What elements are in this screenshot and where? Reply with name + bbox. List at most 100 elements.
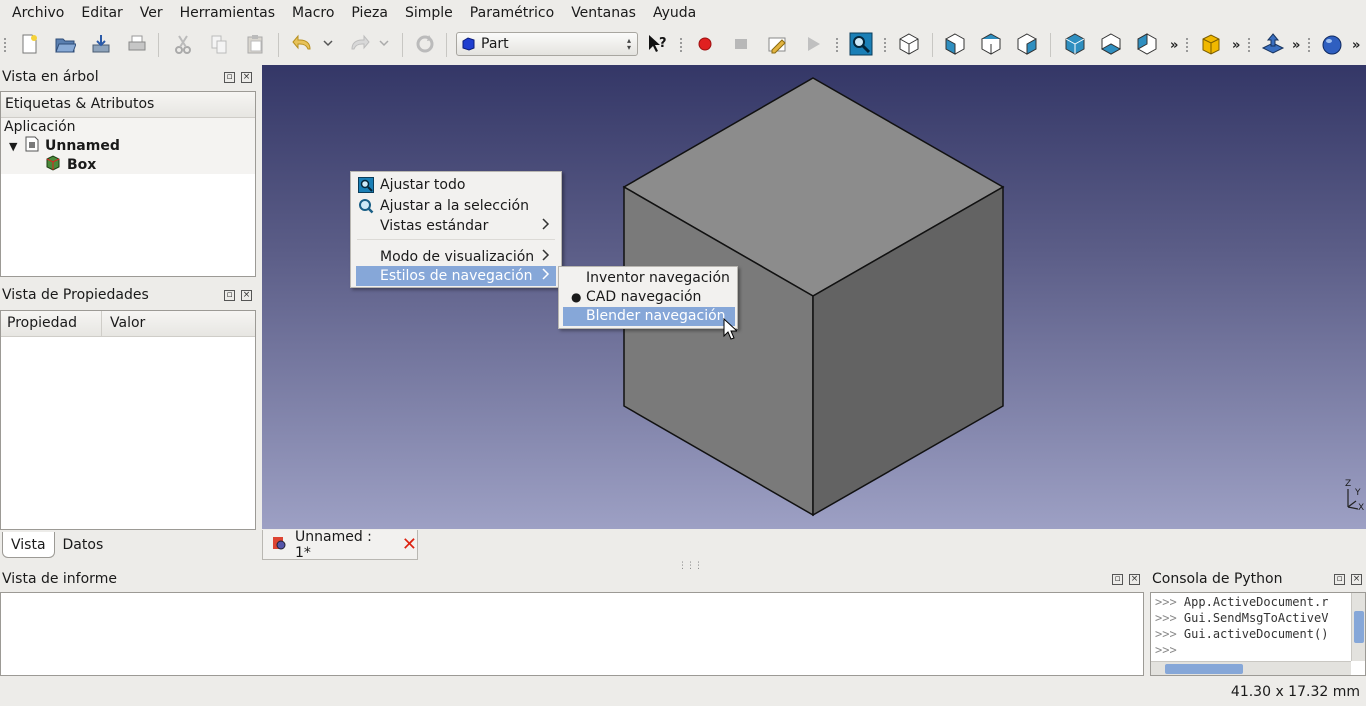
extrude-icon[interactable] [1260, 31, 1286, 57]
report-view[interactable] [0, 592, 1144, 676]
toolbar-overflow-icon-3[interactable]: » [1292, 38, 1300, 53]
collapse-arrow-icon[interactable]: ▼ [1, 137, 25, 156]
right-view-icon[interactable] [1014, 31, 1040, 57]
context-menu: Ajustar todo Ajustar a la selección Vist… [350, 171, 562, 288]
menu-item-estilos-navegacion[interactable]: Estilos de navegación [356, 266, 556, 286]
close-panel-icon[interactable]: × [1351, 574, 1362, 585]
tab-datos[interactable]: Datos [55, 532, 112, 558]
submenu-item-blender[interactable]: Blender navegación [563, 307, 735, 326]
workbench-label: Part [481, 36, 509, 52]
tree-document-item[interactable]: ▼ Unnamed [1, 136, 255, 156]
front-view-icon[interactable] [942, 31, 968, 57]
tree-view: Etiquetas & Atributos Aplicación ▼ Unnam… [0, 91, 256, 277]
freecad-document-icon [271, 535, 287, 555]
tab-vista[interactable]: Vista [2, 532, 55, 558]
splitter-handle[interactable]: ⋮⋮⋮ [678, 561, 703, 571]
horizontal-scrollbar[interactable] [1151, 661, 1351, 675]
cube-model[interactable] [262, 65, 1366, 529]
paste-icon[interactable] [242, 31, 268, 57]
copy-icon[interactable] [206, 31, 232, 57]
property-panel-title: Vista de Propiedades [2, 287, 149, 303]
value-column-header[interactable]: Valor [102, 311, 145, 336]
console-line: >>> Gui.activeDocument() [1155, 627, 1329, 641]
submenu-arrow-icon [542, 266, 550, 286]
close-panel-icon[interactable]: × [241, 72, 252, 83]
toolbar-grip[interactable] [4, 38, 7, 52]
redo-icon[interactable] [346, 31, 372, 57]
tree-object-item[interactable]: Box [1, 154, 255, 177]
console-line: >>> Gui.SendMsgToActiveV [1155, 611, 1329, 625]
undo-icon[interactable] [290, 31, 316, 57]
isometric-view-icon[interactable] [896, 31, 922, 57]
close-tab-icon[interactable]: ✕ [402, 534, 417, 555]
menu-bar: Archivo Editar Ver Herramientas Macro Pi… [0, 0, 1366, 26]
close-panel-icon[interactable]: × [241, 290, 252, 301]
box-object-icon [45, 154, 67, 177]
status-bar: 41.30 x 17.32 mm [0, 680, 1366, 706]
menu-ayuda[interactable]: Ayuda [647, 0, 702, 26]
menu-ver[interactable]: Ver [134, 0, 169, 26]
undo-dropdown-icon[interactable] [318, 31, 338, 57]
save-icon[interactable] [88, 31, 114, 57]
print-icon[interactable] [124, 31, 150, 57]
combo-arrows-icon: ▴ ▾ [626, 36, 631, 52]
record-macro-icon[interactable] [692, 31, 718, 57]
console-line: >>> [1155, 643, 1177, 657]
tree-root-item[interactable]: Aplicación [1, 118, 255, 137]
3d-view[interactable]: Z Y X [262, 65, 1366, 529]
python-console-title: Consola de Python [1152, 571, 1283, 587]
toolbar-overflow-icon[interactable]: » [1170, 38, 1178, 53]
menu-item-modo-visualizacion[interactable]: Modo de visualización [356, 247, 556, 267]
axis-indicator: Z Y X [1336, 479, 1366, 519]
submenu-arrow-icon [542, 247, 550, 267]
open-icon[interactable] [52, 31, 78, 57]
float-panel-icon[interactable]: ▫ [224, 290, 235, 301]
refresh-icon[interactable] [412, 31, 438, 57]
menu-macro[interactable]: Macro [286, 0, 340, 26]
property-column-header[interactable]: Propiedad [1, 311, 102, 336]
menu-editar[interactable]: Editar [75, 0, 128, 26]
box-primitive-icon[interactable] [1198, 31, 1224, 57]
python-console[interactable]: >>> App.ActiveDocument.r >>> Gui.SendMsg… [1150, 592, 1366, 676]
svg-text:?: ? [659, 36, 667, 51]
new-document-icon[interactable] [16, 31, 42, 57]
menu-herramientas[interactable]: Herramientas [174, 0, 281, 26]
top-view-icon[interactable] [978, 31, 1004, 57]
fit-all-icon[interactable] [848, 31, 874, 57]
menu-simple[interactable]: Simple [399, 0, 459, 26]
radio-selected-icon: ● [571, 290, 582, 304]
redo-dropdown-icon[interactable] [374, 31, 394, 57]
document-tab[interactable]: Unnamed : 1* ✕ [262, 529, 418, 561]
console-line: >>> App.ActiveDocument.r [1155, 595, 1329, 609]
mouse-cursor-icon [723, 318, 737, 340]
toolbar: Part ▴ ▾ ? » » » » [0, 26, 1366, 64]
toolbar-overflow-icon-4[interactable]: » [1352, 38, 1360, 53]
close-panel-icon[interactable]: × [1129, 574, 1140, 585]
menu-item-ajustar-todo[interactable]: Ajustar todo [356, 175, 556, 195]
menu-archivo[interactable]: Archivo [6, 0, 70, 26]
float-panel-icon[interactable]: ▫ [1112, 574, 1123, 585]
menu-item-ajustar-seleccion[interactable]: Ajustar a la selección [356, 196, 556, 216]
float-panel-icon[interactable]: ▫ [224, 72, 235, 83]
vertical-scrollbar[interactable] [1351, 593, 1365, 661]
menu-item-vistas-estandar[interactable]: Vistas estándar [356, 216, 556, 236]
left-view-icon[interactable] [1134, 31, 1160, 57]
rear-view-icon[interactable] [1062, 31, 1088, 57]
submenu-item-inventor[interactable]: Inventor navegación [563, 269, 735, 288]
cut-icon[interactable] [170, 31, 196, 57]
menu-pieza[interactable]: Pieza [345, 0, 394, 26]
bottom-view-icon[interactable] [1098, 31, 1124, 57]
run-macro-icon[interactable] [800, 31, 826, 57]
menu-parametrico[interactable]: Paramétrico [464, 0, 560, 26]
edit-macro-icon[interactable] [764, 31, 790, 57]
workbench-selector[interactable]: Part ▴ ▾ [456, 32, 638, 56]
menu-ventanas[interactable]: Ventanas [565, 0, 642, 26]
sphere-icon[interactable] [1320, 31, 1346, 57]
float-panel-icon[interactable]: ▫ [1334, 574, 1345, 585]
submenu-item-cad[interactable]: ● CAD navegación [563, 288, 735, 307]
menu-separator [357, 239, 555, 240]
whats-this-icon[interactable]: ? [644, 31, 670, 57]
stop-macro-icon[interactable] [728, 31, 754, 57]
report-panel-title: Vista de informe [2, 571, 117, 587]
toolbar-overflow-icon-2[interactable]: » [1232, 38, 1240, 53]
